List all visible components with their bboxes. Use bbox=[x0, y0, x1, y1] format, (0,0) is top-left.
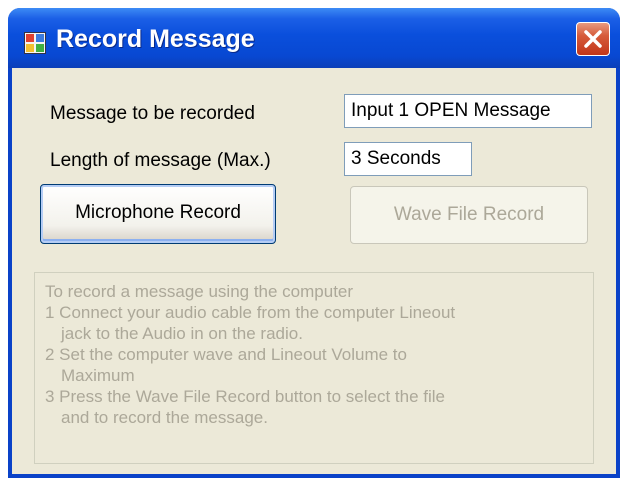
instruction-line: To record a message using the computer bbox=[45, 282, 354, 301]
instruction-line: 1 Connect your audio cable from the comp… bbox=[45, 303, 456, 322]
close-icon bbox=[584, 30, 602, 48]
instructions-textbox[interactable]: To record a message using the computer 1… bbox=[34, 272, 594, 464]
instruction-line: 2 Set the computer wave and Lineout Volu… bbox=[45, 345, 407, 364]
length-label: Length of message (Max.) bbox=[50, 150, 271, 171]
window-title: Record Message bbox=[56, 25, 255, 53]
title-bar[interactable]: Record Message bbox=[8, 8, 620, 68]
instruction-line: and to record the message. bbox=[61, 408, 268, 427]
instruction-line: 3 Press the Wave File Record button to s… bbox=[45, 387, 446, 406]
wave-file-record-button[interactable]: Wave File Record bbox=[350, 186, 588, 244]
message-field[interactable]: Input 1 OPEN Message bbox=[344, 94, 592, 128]
instruction-line: Maximum bbox=[61, 366, 135, 385]
microphone-record-button[interactable]: Microphone Record bbox=[40, 184, 276, 244]
app-window-icon bbox=[24, 32, 46, 54]
dialog-body: Message to be recorded Input 1 OPEN Mess… bbox=[12, 68, 616, 474]
instruction-line: jack to the Audio in on the radio. bbox=[61, 324, 303, 343]
length-field[interactable]: 3 Seconds bbox=[344, 142, 472, 176]
record-message-window: Record Message Message to be recorded In… bbox=[8, 8, 620, 478]
message-label: Message to be recorded bbox=[50, 103, 255, 124]
close-button[interactable] bbox=[576, 22, 610, 56]
